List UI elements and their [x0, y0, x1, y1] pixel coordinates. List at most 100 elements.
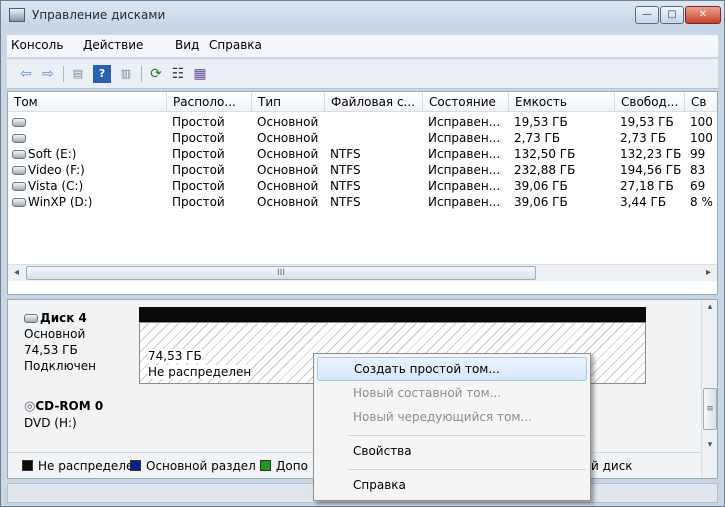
scroll-left-icon[interactable]: ◂	[8, 265, 25, 281]
percent-free-cell: 8 %	[690, 195, 713, 209]
layout-cell: Простой	[172, 131, 225, 145]
minimize-button[interactable]: —	[635, 6, 659, 24]
maximize-button[interactable]: □	[660, 6, 684, 24]
status-cell: Исправен...	[428, 163, 501, 177]
table-row[interactable]: Простой Основной Исправен... 19,53 ГБ 19…	[8, 115, 717, 131]
vertical-scrollbar[interactable]: ▴ ≡ ▾	[701, 300, 717, 478]
column-header-status[interactable]: Состояние	[423, 92, 509, 112]
disk-icon	[12, 150, 26, 159]
table-row[interactable]: Video (F:) Простой Основной NTFS Исправе…	[8, 163, 717, 179]
menu-view[interactable]: Вид	[175, 38, 199, 52]
legend-extended-partition: Допо	[260, 459, 308, 473]
column-header-layout[interactable]: Располо...	[167, 92, 252, 112]
layout-cell: Простой	[172, 147, 225, 161]
disk-icon	[12, 182, 26, 191]
cd-drive-icon: ◎	[24, 399, 36, 414]
disk-icon	[12, 198, 26, 207]
capacity-cell: 19,53 ГБ	[514, 115, 568, 129]
close-button[interactable]: ✕	[685, 6, 721, 24]
status-cell: Исправен...	[428, 131, 501, 145]
free-space-cell: 3,44 ГБ	[620, 195, 667, 209]
layout-cell: Простой	[172, 179, 225, 193]
capacity-cell: 39,06 ГБ	[514, 195, 568, 209]
menu-bar: Консоль Действие Вид Справка	[7, 35, 718, 57]
type-cell: Основной	[257, 131, 319, 145]
filesystem-cell: NTFS	[330, 163, 361, 177]
scroll-up-icon[interactable]: ▴	[702, 302, 717, 318]
scrollbar-thumb[interactable]: ≡	[703, 388, 717, 430]
menu-item-help[interactable]: Справка	[317, 474, 587, 498]
action-pane-icon[interactable]: ▥	[117, 65, 135, 83]
type-cell: Основной	[257, 163, 319, 177]
console-tree-icon[interactable]: ▤	[69, 65, 87, 83]
scrollbar-thumb[interactable]: III	[26, 266, 536, 280]
status-cell: Исправен...	[428, 115, 501, 129]
forward-arrow-icon[interactable]: ⇨	[39, 65, 57, 83]
scroll-right-icon[interactable]: ▸	[700, 265, 717, 281]
disk-icon	[12, 166, 26, 175]
disk-management-icon	[9, 8, 25, 22]
percent-free-cell: 69	[690, 179, 706, 193]
menu-item-new-simple-volume[interactable]: Создать простой том...	[317, 357, 587, 381]
volume-name-cell	[12, 115, 28, 129]
cdrom-name: CD-ROM 0	[35, 399, 104, 413]
menu-separator	[348, 435, 586, 436]
disk-size: 74,53 ГБ	[24, 343, 78, 357]
context-menu: Создать простой том... Новый составной т…	[313, 353, 591, 501]
volume-name-cell: WinXP (D:)	[12, 195, 92, 209]
column-header-free-space[interactable]: Свобод...	[615, 92, 685, 112]
capacity-cell: 39,06 ГБ	[514, 179, 568, 193]
column-header-type[interactable]: Тип	[252, 92, 325, 112]
menu-item-new-spanned-volume[interactable]: Новый составной том...	[317, 382, 587, 406]
type-cell: Основной	[257, 147, 319, 161]
free-space-cell: 132,23 ГБ	[620, 147, 682, 161]
properties-icon[interactable]: ☷	[169, 65, 187, 83]
cdrom-label[interactable]: ◎CD-ROM 0 DVD (H:)	[24, 398, 103, 431]
column-header-volume[interactable]: Том	[8, 92, 167, 112]
column-header-percent-free[interactable]: Св	[685, 92, 717, 112]
menu-item-properties[interactable]: Свойства	[317, 440, 587, 464]
legend-primary-partition: Основной раздел	[130, 459, 256, 473]
legend-tail: й диск	[591, 459, 633, 473]
capacity-cell: 132,50 ГБ	[514, 147, 576, 161]
export-icon[interactable]: ▦	[191, 65, 209, 83]
menu-item-new-striped-volume[interactable]: Новый чередующийся том...	[317, 406, 587, 430]
back-arrow-icon[interactable]: ⇦	[17, 65, 35, 83]
table-row[interactable]: Простой Основной Исправен... 2,73 ГБ 2,7…	[8, 131, 717, 147]
help-icon[interactable]: ?	[93, 65, 111, 83]
filesystem-cell: NTFS	[330, 147, 361, 161]
toolbar-separator	[141, 66, 142, 82]
percent-free-cell: 100	[690, 131, 713, 145]
type-cell: Основной	[257, 179, 319, 193]
status-cell: Исправен...	[428, 195, 501, 209]
free-space-cell: 19,53 ГБ	[620, 115, 674, 129]
menu-action[interactable]: Действие	[83, 38, 143, 52]
legend-swatch	[130, 460, 141, 471]
disk-4-label[interactable]: Диск 4 Основной 74,53 ГБ Подключен	[24, 310, 96, 374]
hard-disk-icon	[24, 314, 38, 323]
menu-separator	[348, 469, 586, 470]
layout-cell: Простой	[172, 163, 225, 177]
legend-unallocated: Не распределен	[22, 459, 141, 473]
type-cell: Основной	[257, 195, 319, 209]
type-cell: Основной	[257, 115, 319, 129]
table-row[interactable]: Vista (C:) Простой Основной NTFS Исправе…	[8, 179, 717, 195]
free-space-cell: 2,73 ГБ	[620, 131, 667, 145]
menu-console[interactable]: Консоль	[11, 38, 63, 52]
table-row[interactable]: WinXP (D:) Простой Основной NTFS Исправе…	[8, 195, 717, 211]
scroll-down-icon[interactable]: ▾	[702, 440, 717, 456]
disk-name: Диск 4	[40, 311, 87, 325]
horizontal-scrollbar[interactable]: ◂ III ▸	[8, 264, 717, 281]
column-header-capacity[interactable]: Емкость	[509, 92, 615, 112]
column-header-filesystem[interactable]: Файловая с...	[325, 92, 423, 112]
table-row[interactable]: Soft (E:) Простой Основной NTFS Исправен…	[8, 147, 717, 163]
cdrom-kind: DVD (H:)	[24, 416, 77, 430]
title-bar[interactable]: Управление дисками — □ ✕	[1, 1, 724, 29]
menu-help[interactable]: Справка	[209, 38, 262, 52]
percent-free-cell: 83	[690, 163, 706, 177]
percent-free-cell: 100	[690, 115, 713, 129]
volume-name-cell	[12, 131, 28, 145]
partition-size: 74,53 ГБ	[148, 349, 202, 363]
refresh-icon[interactable]: ⟳	[147, 65, 165, 83]
toolbar-separator	[63, 66, 64, 82]
